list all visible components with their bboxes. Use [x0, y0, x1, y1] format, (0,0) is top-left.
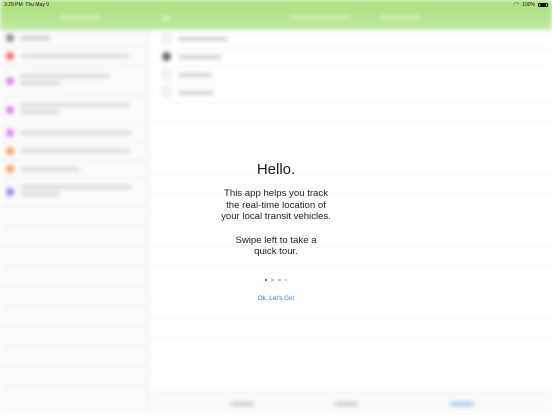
tab-bar — [150, 392, 552, 415]
status-time: 3:29 PM Thu May 9 — [4, 2, 49, 8]
page-dot[interactable] — [284, 278, 288, 282]
sidebar-item — [0, 366, 148, 387]
main-list-item — [160, 30, 552, 49]
description-line: This app helps you track — [224, 188, 328, 199]
tab-item — [334, 402, 358, 406]
page-dot[interactable] — [264, 278, 268, 282]
nav-title-left — [60, 16, 100, 19]
sidebar — [0, 30, 149, 414]
nav-icon — [162, 16, 170, 20]
sidebar-item — [0, 30, 148, 47]
nav-title-center — [290, 16, 350, 19]
sidebar-item — [0, 142, 148, 161]
onboarding-panel: Hello. This app helps you track the real… — [150, 150, 402, 305]
sidebar-item — [0, 286, 148, 307]
sidebar-item — [0, 66, 148, 97]
nav-title-right — [380, 16, 420, 19]
sidebar-item — [0, 46, 148, 67]
status-bar: 3:29 PM Thu May 9 ◠ 100% — [0, 0, 552, 10]
battery-icon — [538, 2, 548, 8]
tab-item-active — [450, 402, 474, 406]
description-line: the real-time location of — [226, 199, 326, 211]
status-right: ◠ 100% — [514, 2, 548, 8]
sidebar-item — [0, 226, 148, 247]
page-dot[interactable] — [271, 278, 274, 282]
swipe-hint: Swipe left to take a quick tour. — [150, 235, 402, 258]
sidebar-item — [0, 346, 148, 367]
sidebar-item — [0, 326, 148, 347]
wifi-icon: ◠ — [513, 1, 520, 8]
sidebar-item — [0, 124, 148, 143]
status-time-text: 3:29 PM — [4, 2, 23, 8]
status-date: Thu May 9 — [25, 2, 50, 8]
sidebar-item — [0, 266, 148, 287]
onboarding-title: Hello. — [256, 161, 296, 178]
sidebar-item — [0, 178, 148, 207]
sidebar-item — [0, 206, 148, 227]
sidebar-item — [0, 96, 148, 125]
page-indicator[interactable] — [150, 278, 402, 283]
description-line: your local transit vehicles. — [221, 211, 331, 222]
page-dot[interactable] — [278, 278, 281, 282]
lets-go-button[interactable]: Ok. Let's Go! — [258, 295, 295, 302]
sidebar-item — [0, 246, 148, 267]
main-list-item — [160, 84, 552, 103]
tab-item — [230, 402, 254, 406]
swipe-line: quick tour. — [254, 246, 298, 257]
sidebar-item — [0, 306, 148, 327]
swipe-line: Swipe left to take a — [235, 234, 317, 246]
main-list-item — [160, 48, 552, 67]
battery-percent: 100% — [522, 2, 535, 8]
onboarding-description: This app helps you track the real-time l… — [150, 188, 402, 223]
main-list-item — [160, 66, 552, 85]
sidebar-item — [0, 160, 148, 179]
